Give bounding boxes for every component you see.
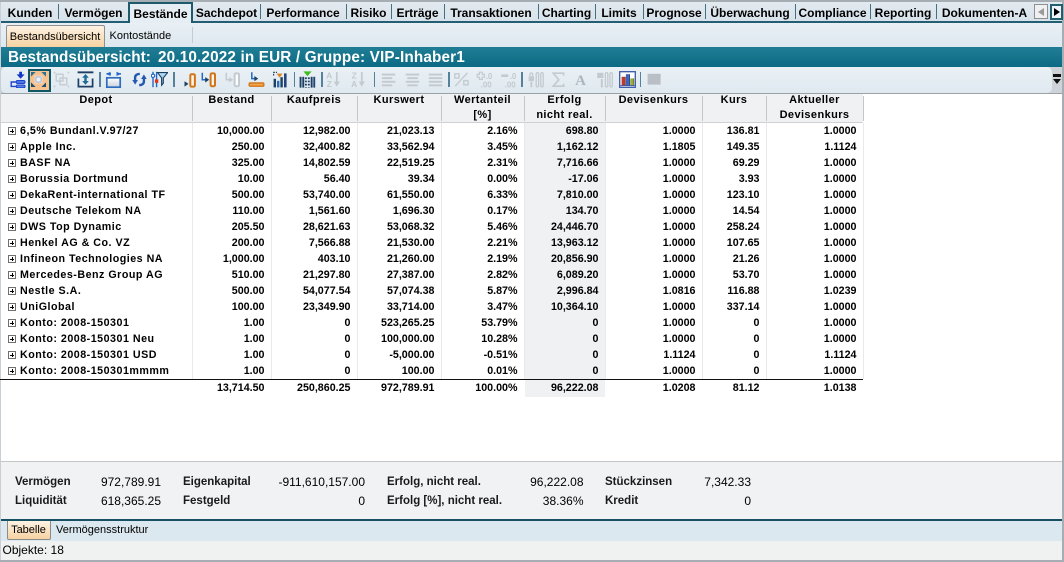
svg-text:A: A [351, 79, 357, 88]
svg-text:.00: .00 [481, 80, 493, 88]
svg-text:A: A [575, 73, 586, 88]
svg-text:Z: Z [327, 79, 332, 88]
svg-text:.00: .00 [505, 80, 517, 88]
